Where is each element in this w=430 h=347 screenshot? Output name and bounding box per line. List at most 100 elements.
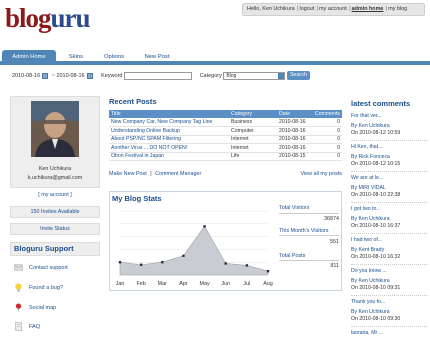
post-category: Internet	[229, 143, 277, 153]
faq-link[interactable]: FAQ	[29, 324, 40, 330]
calendar-icon[interactable]	[42, 72, 49, 79]
post-comments-count: 0	[309, 118, 342, 127]
post-title-link[interactable]: Understanding Online Backup	[111, 128, 180, 134]
x-tick-label: Jul	[243, 281, 250, 287]
contact-support-item[interactable]: Contact support	[14, 262, 68, 274]
column-header-title[interactable]: Title	[109, 110, 229, 118]
data-point-jun[interactable]	[224, 262, 227, 265]
comment-text-link[interactable]: Do you know ...	[351, 268, 387, 274]
map-pin-icon	[15, 303, 22, 313]
month-visitors-label: This Month's Visitors	[279, 224, 339, 236]
data-point-feb[interactable]	[139, 263, 143, 266]
post-date: 2010-08-16	[277, 135, 309, 144]
my-account-link[interactable]: my account	[319, 6, 347, 12]
category-select[interactable]: Blog	[223, 71, 286, 80]
calendar-icon[interactable]	[86, 72, 93, 79]
tab-options[interactable]: Options	[94, 50, 134, 65]
comment-text-link[interactable]: We are at le...	[351, 175, 383, 181]
chevron-down-icon	[278, 72, 285, 79]
search-button[interactable]: Search	[286, 71, 311, 81]
comment-author[interactable]: By Ken Uchikura	[351, 278, 390, 284]
comment-item: For that ver... By Ken Uchikura On 2010-08…	[351, 113, 427, 137]
comment-author[interactable]: By Rick Fonceca	[351, 154, 390, 160]
invite-status-link[interactable]: Invite Status	[40, 226, 70, 232]
comment-text-link[interactable]: I had two of...	[351, 237, 382, 243]
found-bug-link[interactable]: Found a bug?	[29, 285, 63, 291]
comment-divider	[351, 326, 427, 327]
column-header-category[interactable]: Category	[229, 110, 277, 118]
post-category: Life	[229, 152, 277, 161]
comment-item: Hi Ken, that... By Rick Fonceca On 2010-08…	[351, 144, 427, 168]
tab-admin-home[interactable]: Admin Home	[2, 50, 56, 65]
top-nav-bar: Hello, Ken Uchikura |logout |my account …	[242, 3, 425, 16]
keyword-input[interactable]	[124, 71, 193, 80]
comment-author[interactable]: By MIRI VIDAL	[351, 185, 386, 191]
visitors-chart: Jan Feb Mar Apr May Jun Jul Aug	[116, 210, 273, 287]
make-new-post-link[interactable]: Make New Post	[109, 171, 147, 177]
data-point-mar[interactable]	[161, 261, 164, 264]
comment-text-link[interactable]: For that ver...	[351, 113, 382, 119]
comment-author[interactable]: By Ken Uchikura	[351, 123, 390, 129]
contact-support-link[interactable]: Contact support	[29, 265, 68, 271]
comment-item: Do you know ... By Ken Uchikura On 2010-08…	[351, 268, 427, 292]
comment-item: I had two of... By Kent Brady On 2010-08-1…	[351, 237, 427, 261]
tab-bar: Admin Home Skins Options New Post	[0, 49, 430, 65]
post-title-link[interactable]: Another Virus ... DO NOT OPEN!	[111, 145, 187, 151]
comment-text-link[interactable]: Hi Ken, that...	[351, 144, 382, 150]
logout-link[interactable]: logout	[300, 6, 315, 12]
x-tick-label: Apr	[179, 281, 188, 287]
post-comments-count: 0	[309, 135, 342, 144]
comment-author[interactable]: By Ken Uchikura	[351, 216, 390, 222]
profile-email: k.uchikura@gmail.com	[27, 175, 83, 181]
comment-author[interactable]: By Ken Uchikura	[351, 309, 390, 315]
table-row: New Company Car, New Company Tag Line Bus…	[109, 118, 342, 127]
view-all-posts-link[interactable]: View all my posts	[300, 171, 342, 177]
comment-author[interactable]: By Kent Brady	[351, 247, 384, 253]
greeting: Hello, Ken Uchikura	[247, 6, 295, 12]
comment-text-link[interactable]: I got two to...	[351, 206, 381, 212]
post-title-link[interactable]: New Company Car, New Company Tag Line	[111, 119, 212, 125]
comment-text-link[interactable]: laorana, Mr ...	[351, 330, 383, 336]
bloguru-logo[interactable]: bloguru	[5, 4, 91, 32]
visitors-area	[119, 225, 269, 276]
data-point-jan[interactable]	[118, 261, 122, 264]
column-header-date[interactable]: Date	[277, 110, 309, 118]
x-tick-label: Mar	[158, 281, 167, 287]
x-tick-label: Aug	[263, 281, 273, 287]
invites-link[interactable]: 150 Invites Available	[30, 209, 79, 215]
admin-home-link[interactable]: admin home	[352, 6, 384, 12]
month-visitors-value: 551	[330, 239, 339, 245]
table-row: Another Virus ... DO NOT OPEN! Internet 20…	[109, 143, 342, 153]
comment-divider	[351, 171, 427, 172]
table-row: Understanding Online Backup Computer 2010-…	[109, 126, 342, 136]
faq-item[interactable]: FAQ	[14, 321, 40, 333]
post-date: 2010-08-16	[277, 118, 309, 127]
recent-posts-table: Title Category Date Comments New Company…	[109, 110, 342, 161]
social-map-link[interactable]: Social map	[29, 305, 56, 311]
date-from[interactable]: 2010-08-16	[12, 73, 40, 79]
comment-manager-link[interactable]: Comment Manager	[155, 171, 201, 177]
my-blog-link[interactable]: my blog	[388, 6, 407, 12]
avatar[interactable]	[31, 101, 79, 157]
tab-skins[interactable]: Skins	[58, 50, 94, 65]
comment-date: On 2010-08-12 10:59	[351, 130, 401, 136]
data-point-jul[interactable]	[245, 264, 249, 267]
post-title-link[interactable]: Obon Festival in Japan	[111, 153, 164, 159]
post-date: 2010-08-16	[277, 126, 309, 136]
data-point-aug[interactable]	[266, 269, 270, 273]
tab-new-post[interactable]: New Post	[136, 50, 178, 65]
comment-divider	[351, 140, 427, 141]
date-to[interactable]: 2010-08-16	[56, 73, 84, 79]
data-point-may[interactable]	[203, 225, 206, 228]
comment-text-link[interactable]: Thank you fo...	[351, 299, 385, 305]
found-bug-item[interactable]: Found a bug?	[14, 282, 63, 294]
column-header-comments[interactable]: Comments	[309, 110, 342, 118]
link-separator: |	[150, 171, 152, 177]
table-row: Obon Festival in Japan Life 2010-08-15 0	[109, 152, 342, 161]
comment-divider	[351, 264, 427, 265]
my-account-profile-link[interactable]: [ my account ]	[38, 192, 72, 198]
post-title-link[interactable]: About PSP/NC SPAM Filtering	[111, 136, 181, 142]
data-point-apr[interactable]	[182, 254, 185, 257]
category-label: Category	[199, 73, 222, 79]
social-map-item[interactable]: Social map	[14, 302, 56, 314]
